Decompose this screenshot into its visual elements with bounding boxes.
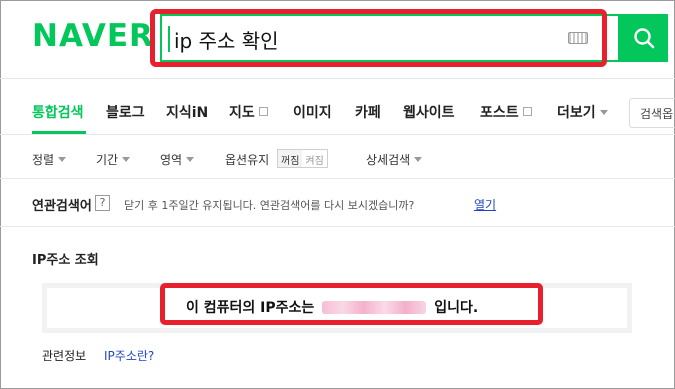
tab-cafe[interactable]: 카페 (355, 102, 381, 122)
option-keep-label: 옵션유지 (225, 153, 270, 167)
tab-post[interactable]: 포스트 (480, 102, 532, 122)
area-filter[interactable]: 영역 (160, 151, 195, 168)
tab-label: 지도 (229, 105, 255, 121)
related-info-label: 관련정보 (42, 349, 87, 363)
what-is-ip-link[interactable]: IP주소란? (104, 347, 154, 364)
toggle-off-option[interactable]: 꺼짐 (278, 150, 303, 167)
header-divider (0, 78, 675, 79)
chevron-down-icon (58, 157, 67, 162)
tab-image[interactable]: 이미지 (293, 102, 332, 122)
naver-logo[interactable]: NAVER (32, 18, 154, 54)
filter-label: 영역 (160, 153, 183, 167)
related-searches-label: 연관검색어 (32, 199, 92, 214)
tab-more[interactable]: 더보기 (557, 102, 608, 122)
search-highlight-annotation (150, 9, 607, 67)
tab-label: 지식iN (166, 105, 209, 121)
ip-result-prefix: 이 컴퓨터의 IP주소는 (186, 300, 315, 316)
new-window-icon (258, 107, 268, 116)
filter-label: 정렬 (32, 153, 55, 167)
related-searches-message: 닫기 후 1주일간 유지됩니다. 연관검색어를 다시 보시겠습니까? (124, 199, 415, 212)
tab-label: 블로그 (106, 105, 145, 121)
tab-website[interactable]: 웹사이트 (403, 102, 455, 122)
related-open-link[interactable]: 열기 (474, 196, 496, 213)
chevron-down-icon (599, 110, 608, 115)
detail-search-filter[interactable]: 상세검색 (366, 151, 423, 168)
toggle-on-option[interactable]: 켜짐 (302, 150, 326, 167)
tab-label: 더보기 (557, 105, 596, 121)
period-filter[interactable]: 기간 (96, 151, 131, 168)
ip-result-line: 이 컴퓨터의 IP주소는 입니다. (186, 297, 478, 317)
new-window-icon (522, 107, 532, 116)
chevron-down-icon (414, 157, 423, 162)
related-divider (0, 226, 675, 227)
filters-divider (0, 178, 675, 179)
sort-filter[interactable]: 정렬 (32, 151, 67, 168)
tabs-divider (0, 134, 675, 135)
search-icon (634, 28, 655, 49)
search-option-button[interactable]: 검색옵 (629, 98, 675, 128)
tab-label: 카페 (355, 105, 381, 121)
help-icon[interactable]: ? (95, 195, 110, 211)
option-keep-toggle[interactable]: 꺼짐 켜짐 (277, 149, 328, 168)
tab-label: 통합검색 (32, 105, 84, 121)
tab-label: 이미지 (293, 105, 332, 121)
ip-address-redacted (322, 300, 427, 314)
tab-map[interactable]: 지도 (229, 102, 268, 122)
tab-integrated[interactable]: 통합검색 (32, 102, 84, 122)
tab-blog[interactable]: 블로그 (106, 102, 145, 122)
chevron-down-icon (122, 157, 131, 162)
tab-label: 포스트 (480, 105, 519, 121)
ip-result-suffix: 입니다. (434, 300, 479, 316)
chevron-down-icon (186, 157, 195, 162)
filter-label: 기간 (96, 153, 119, 167)
ip-lookup-title: IP주소 조회 (32, 253, 99, 268)
tab-label: 웹사이트 (403, 105, 455, 121)
filter-label: 상세검색 (366, 153, 411, 167)
tab-kin[interactable]: 지식iN (166, 102, 208, 122)
search-button[interactable] (620, 14, 668, 62)
